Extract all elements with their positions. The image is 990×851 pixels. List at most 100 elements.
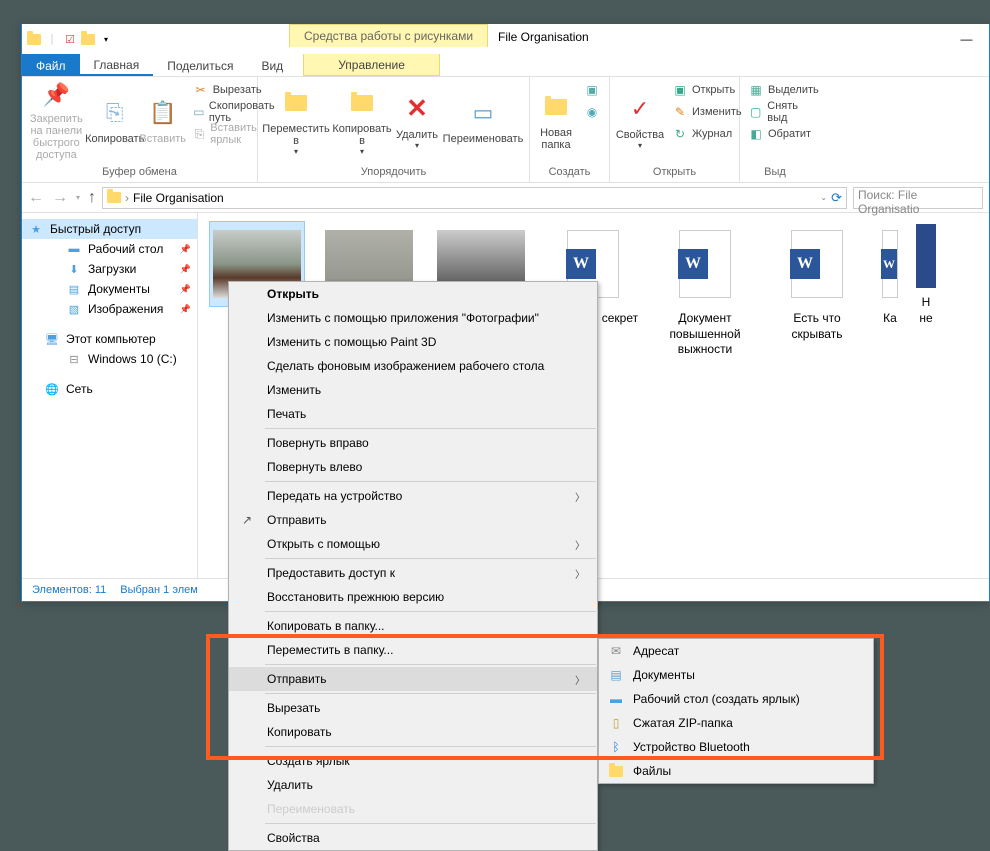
- separator: [265, 746, 596, 747]
- selectall-button[interactable]: ▦Выделить: [744, 79, 823, 101]
- address-bar[interactable]: › File Organisation ⌄ ⟳: [102, 187, 847, 209]
- sidebar-drive-c[interactable]: ⊟Windows 10 (C:): [22, 349, 197, 369]
- file-label: Документ повышенной выжности: [657, 311, 753, 358]
- path-dropdown[interactable]: ⌄: [820, 193, 827, 202]
- tab-home[interactable]: Главная: [80, 54, 154, 76]
- properties-button[interactable]: ✓ Свойства ▾: [614, 79, 666, 163]
- separator: [265, 611, 596, 612]
- ctx-edit[interactable]: Изменить: [229, 378, 597, 402]
- open-label: Открыть: [692, 84, 735, 96]
- file-item[interactable]: Нне: [914, 221, 938, 358]
- sidebar-desktop[interactable]: ▬Рабочий стол📌: [22, 239, 197, 259]
- ctx-print[interactable]: Печать: [229, 402, 597, 426]
- history-dropdown[interactable]: ▾: [76, 193, 80, 202]
- deselect-icon: ▢: [748, 104, 763, 120]
- newitem-button[interactable]: ▣: [580, 79, 604, 101]
- edit-button[interactable]: ✎Изменить: [668, 101, 746, 123]
- ctx-send-to[interactable]: Отправить〉: [229, 667, 597, 691]
- file-label: Нне: [919, 295, 932, 326]
- sendto-documents[interactable]: ▤Документы: [599, 663, 873, 687]
- ctx-cut[interactable]: Вырезать: [229, 696, 597, 720]
- sidebar-label: Рабочий стол: [88, 242, 163, 256]
- ctx-shortcut[interactable]: Создать ярлык: [229, 749, 597, 773]
- selectall-label: Выделить: [768, 84, 819, 96]
- sendto-bluetooth[interactable]: ᛒУстройство Bluetooth: [599, 735, 873, 759]
- qat-dropdown-icon[interactable]: ▾: [98, 31, 114, 47]
- tab-view[interactable]: Вид: [247, 54, 297, 76]
- doc-thumbnail: W: [679, 230, 731, 298]
- contextual-tab-label: Средства работы с рисунками: [289, 24, 488, 47]
- sendto-files[interactable]: Файлы: [599, 759, 873, 783]
- tab-file[interactable]: Файл: [22, 54, 80, 76]
- folder-icon: [107, 192, 121, 203]
- invert-button[interactable]: ◧Обратит: [744, 123, 823, 145]
- sidebar-downloads[interactable]: ⬇Загрузки📌: [22, 259, 197, 279]
- ctx-share[interactable]: ↗Отправить: [229, 508, 597, 532]
- ctx-delete[interactable]: Удалить: [229, 773, 597, 797]
- ctx-open-with[interactable]: Открыть с помощью〉: [229, 532, 597, 556]
- file-item[interactable]: W Ка: [880, 221, 900, 358]
- tab-manage[interactable]: Управление: [303, 54, 440, 76]
- chevron-right-icon: 〉: [575, 489, 585, 504]
- sidebar-network[interactable]: 🌐Сеть: [22, 379, 197, 399]
- search-input[interactable]: Поиск: File Organisatio: [853, 187, 983, 209]
- back-button[interactable]: ←: [28, 189, 44, 207]
- copyto-button[interactable]: Копировать в ▾: [332, 79, 392, 163]
- ctx-wallpaper[interactable]: Сделать фоновым изображением рабочего ст…: [229, 354, 597, 378]
- open-button[interactable]: ▣Открыть: [668, 79, 746, 101]
- download-icon: ⬇: [66, 261, 82, 277]
- sidebar-pictures[interactable]: ▧Изображения📌: [22, 299, 197, 319]
- sendto-zip[interactable]: ▯Сжатая ZIP-папка: [599, 711, 873, 735]
- qat-folder-icon[interactable]: [80, 31, 96, 47]
- ctx-rotate-left[interactable]: Повернуть влево: [229, 455, 597, 479]
- ctx-give-access[interactable]: Предоставить доступ к〉: [229, 561, 597, 585]
- pin-button: 📌 Закрепить на панели быстрого доступа: [26, 79, 87, 163]
- ctx-open[interactable]: Открыть: [229, 282, 597, 306]
- separator: [265, 428, 596, 429]
- file-item[interactable]: W Документ повышенной выжности: [656, 221, 754, 358]
- newfolder-button[interactable]: Новая папка: [534, 79, 578, 163]
- ctx-rename[interactable]: Переименовать: [229, 797, 597, 821]
- sidebar-documents[interactable]: ▤Документы📌: [22, 279, 197, 299]
- copy-button[interactable]: ⎘ Копировать: [89, 79, 141, 163]
- refresh-button[interactable]: ⟳: [831, 190, 842, 206]
- history-button[interactable]: ↻Журнал: [668, 123, 746, 145]
- check-icon: ✓: [624, 93, 656, 125]
- sendto-recipient[interactable]: ✉Адресат: [599, 639, 873, 663]
- ctx-edit-paint3d[interactable]: Изменить с помощью Paint 3D: [229, 330, 597, 354]
- ctx-properties[interactable]: Свойства: [229, 826, 597, 850]
- group-open-label: Открыть: [614, 166, 735, 180]
- tab-share[interactable]: Поделиться: [153, 54, 247, 76]
- sendto-desktop[interactable]: ▬Рабочий стол (создать ярлык): [599, 687, 873, 711]
- path-segment[interactable]: File Organisation: [133, 191, 224, 205]
- rename-button[interactable]: ▭ Переименовать: [442, 79, 524, 163]
- ctx-cast[interactable]: Передать на устройство〉: [229, 484, 597, 508]
- file-label: Ка: [883, 311, 897, 327]
- ctx-rotate-right[interactable]: Повернуть вправо: [229, 431, 597, 455]
- deselect-button[interactable]: ▢Снять выд: [744, 101, 823, 123]
- doc-thumbnail: W: [791, 230, 843, 298]
- file-item[interactable]: W Есть что скрывать: [768, 221, 866, 358]
- ctx-copy[interactable]: Копировать: [229, 720, 597, 744]
- forward-button[interactable]: →: [52, 189, 68, 207]
- ctx-edit-photos[interactable]: Изменить с помощью приложения "Фотографи…: [229, 306, 597, 330]
- separator: [265, 823, 596, 824]
- ctx-restore[interactable]: Восстановить прежнюю версию: [229, 585, 597, 609]
- invert-label: Обратит: [768, 128, 811, 140]
- sidebar-label: Загрузки: [88, 262, 136, 276]
- rename-icon: ▭: [467, 97, 499, 129]
- delete-button[interactable]: ✕ Удалить ▾: [394, 79, 440, 163]
- ctx-copy-to[interactable]: Копировать в папку...: [229, 614, 597, 638]
- moveto-button[interactable]: Переместить в ▾: [262, 79, 330, 163]
- sidebar-quick-access[interactable]: ★Быстрый доступ: [22, 219, 197, 239]
- desktop-icon: ▬: [607, 692, 625, 706]
- up-button[interactable]: ↑: [88, 189, 96, 207]
- group-select-label: Выд: [744, 166, 806, 180]
- group-new-label: Создать: [534, 166, 605, 180]
- sidebar-thispc[interactable]: 🖥Этот компьютер: [22, 329, 197, 349]
- qat-check-icon[interactable]: ☑: [62, 31, 78, 47]
- moveto-label: Переместить в: [262, 123, 329, 147]
- easyaccess-button[interactable]: ◉: [580, 101, 604, 123]
- minimize-button[interactable]: —: [944, 24, 989, 54]
- ctx-move-to[interactable]: Переместить в папку...: [229, 638, 597, 662]
